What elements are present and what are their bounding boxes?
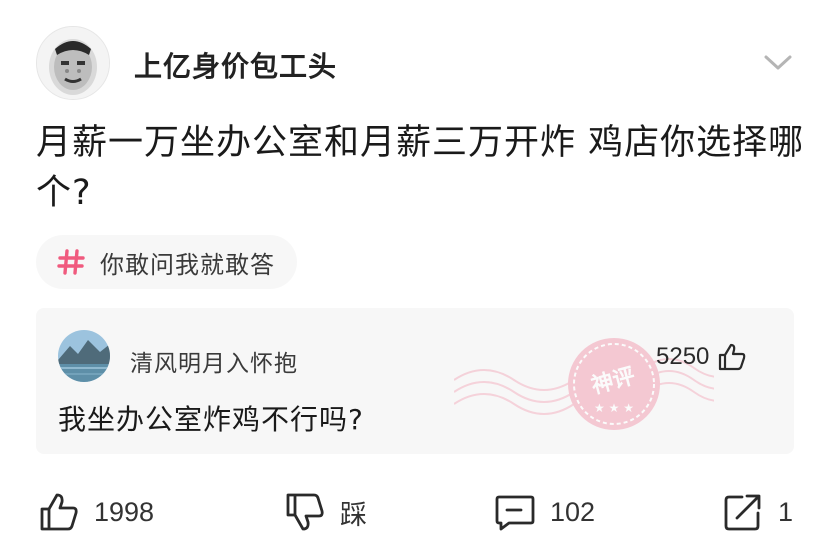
svg-text:★ ★ ★: ★ ★ ★: [594, 401, 634, 415]
topic-tag[interactable]: 你敢问我就敢答: [36, 235, 297, 289]
hash-icon: [57, 249, 85, 275]
dislike-button[interactable]: 踩: [284, 482, 367, 542]
commenter-name[interactable]: 清风明月入怀抱: [130, 344, 298, 378]
meme-face-avatar: [37, 27, 109, 99]
share-button[interactable]: 1: [722, 482, 793, 542]
author-avatar[interactable]: [36, 26, 110, 100]
share-count: 1: [778, 496, 794, 527]
action-bar: 1998 踩 102 1: [0, 482, 828, 542]
like-count: 1998: [94, 496, 155, 527]
thumbs-down-icon: [286, 493, 324, 531]
comment-like-button[interactable]: 5250: [656, 342, 747, 372]
post-text[interactable]: 月薪一万坐办公室和月薪三万开炸 鸡店你选择哪个?: [36, 118, 806, 218]
comment-bubble-icon: [495, 495, 535, 531]
comment-text[interactable]: 我坐办公室炸鸡不行吗?: [58, 398, 364, 438]
comment-like-count: 5250: [656, 343, 710, 370]
comment-count: 102: [550, 496, 596, 527]
author-name[interactable]: 上亿身价包工头: [134, 45, 337, 85]
dislike-label: 踩: [340, 499, 367, 531]
landscape-avatar-image: [58, 330, 110, 382]
hot-comment-card[interactable]: 神评 ★ ★ ★ 清风明月入怀抱 5250 我坐办公室炸鸡不行吗?: [36, 308, 794, 454]
topic-label: 你敢问我就敢答: [100, 250, 275, 279]
chevron-down-icon[interactable]: [760, 48, 796, 76]
god-comment-stamp: 神评 ★ ★ ★: [454, 338, 714, 430]
comment-button[interactable]: 102: [494, 482, 595, 542]
like-button[interactable]: 1998: [38, 482, 154, 542]
thumbs-up-icon: [719, 343, 746, 371]
thumbs-up-icon: [40, 493, 78, 531]
commenter-avatar[interactable]: [58, 330, 110, 382]
share-arrow-icon: [724, 494, 761, 531]
